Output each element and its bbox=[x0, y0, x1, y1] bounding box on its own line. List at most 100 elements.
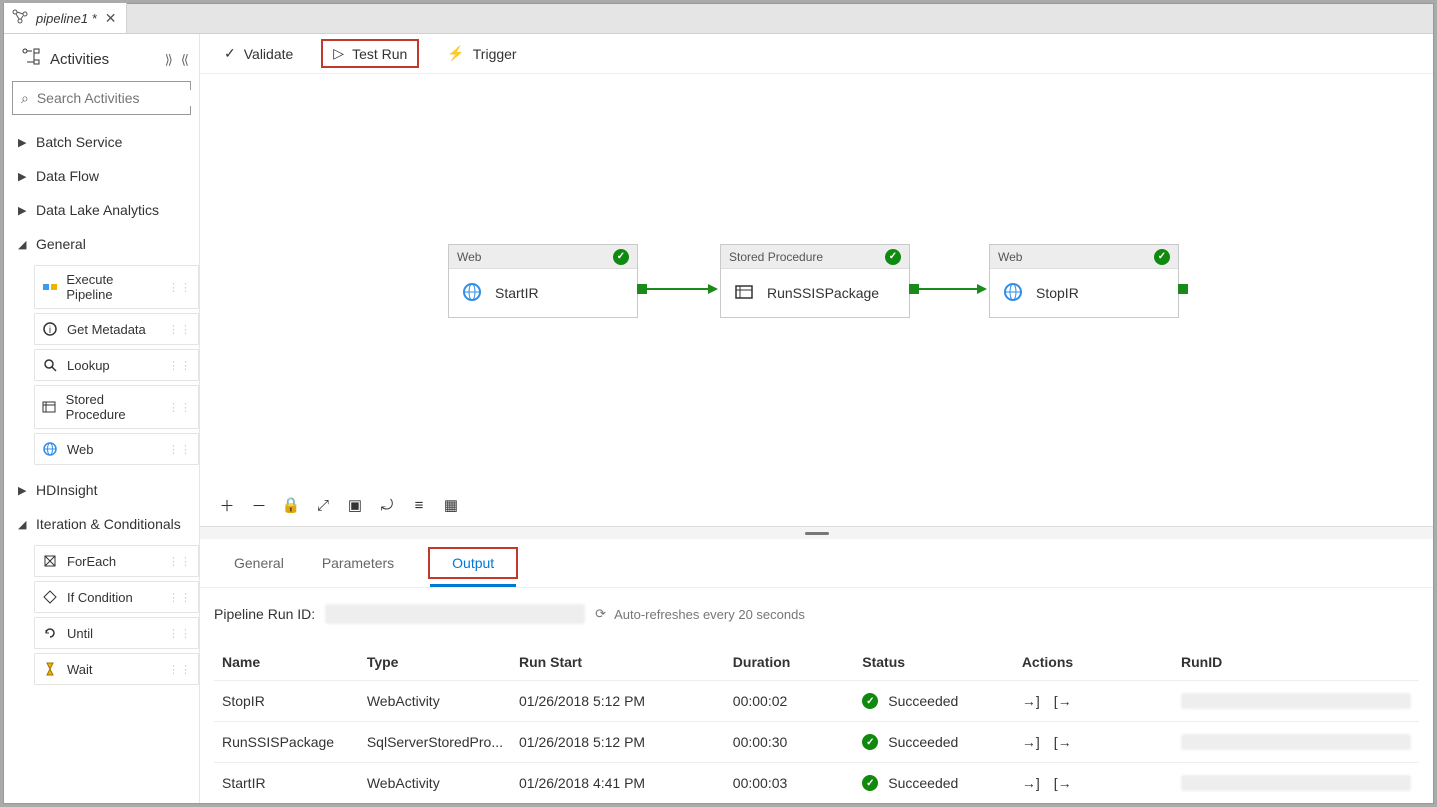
zoom-reset-icon[interactable]: ⤾ bbox=[378, 496, 396, 514]
output-port[interactable] bbox=[1178, 284, 1188, 294]
runid-label: Pipeline Run ID: bbox=[214, 606, 315, 622]
cell-name: StartIR bbox=[214, 763, 359, 804]
activity-icon bbox=[41, 278, 58, 296]
search-activities[interactable]: ⌕ bbox=[12, 81, 191, 115]
expand-all-icon[interactable]: ⟩⟩ bbox=[165, 52, 171, 68]
activity-icon bbox=[41, 588, 59, 606]
node-name: StopIR bbox=[1036, 285, 1079, 301]
sidebar-title: Activities bbox=[50, 51, 155, 68]
node-startir[interactable]: Web✓StartIR bbox=[448, 244, 638, 318]
activity-lookup[interactable]: Lookup⋮⋮ bbox=[34, 349, 199, 381]
activity-icon bbox=[41, 356, 59, 374]
activity-foreach[interactable]: ForEach⋮⋮ bbox=[34, 545, 199, 577]
refresh-icon[interactable]: ⟳ bbox=[595, 606, 606, 622]
bolt-icon: ⚡ bbox=[447, 45, 464, 62]
test-run-button[interactable]: ▷ Test Run bbox=[321, 39, 419, 68]
node-runssispackage[interactable]: Stored Procedure ✓ RunSSISPackage bbox=[720, 244, 910, 318]
activity-icon: i bbox=[41, 320, 59, 338]
node-type: Stored Procedure bbox=[729, 250, 823, 264]
grip-icon: ⋮⋮ bbox=[168, 323, 192, 336]
cell-type: WebActivity bbox=[359, 763, 511, 804]
tab-bar: pipeline1 * ✕ bbox=[4, 4, 1433, 34]
zoom-fit-icon[interactable]: ⤢ bbox=[314, 496, 332, 514]
cell-status: Succeeded bbox=[888, 775, 958, 791]
canvas-toolbar: ✓ Validate ▷ Test Run ⚡ Trigger bbox=[200, 34, 1433, 74]
activity-icon bbox=[41, 660, 59, 678]
category-iteration-conditionals[interactable]: ◢Iteration & Conditionals bbox=[4, 507, 199, 541]
remove-icon[interactable]: － bbox=[250, 496, 268, 514]
grip-icon: ⋮⋮ bbox=[168, 443, 192, 456]
node-icon bbox=[733, 281, 755, 306]
tab-general[interactable]: General bbox=[230, 549, 288, 577]
success-icon: ✓ bbox=[885, 249, 901, 265]
cell-start: 01/26/2018 5:12 PM bbox=[511, 681, 725, 722]
col-duration: Duration bbox=[725, 644, 854, 681]
activities-icon bbox=[22, 48, 40, 71]
pipeline-canvas[interactable]: ＋ － 🔒 ⤢ ▣ ⤾ ≡ ▦ Web✓StartIR Stored Proced… bbox=[200, 74, 1433, 526]
output-table: Name Type Run Start Duration Status Acti… bbox=[214, 644, 1419, 803]
activity-if-condition[interactable]: If Condition⋮⋮ bbox=[34, 581, 199, 613]
input-icon[interactable]: →] bbox=[1022, 734, 1040, 750]
cell-runid bbox=[1181, 693, 1411, 709]
canvas-mini-toolbar: ＋ － 🔒 ⤢ ▣ ⤾ ≡ ▦ bbox=[218, 496, 460, 514]
lock-icon[interactable]: 🔒 bbox=[282, 496, 300, 514]
activity-get-metadata[interactable]: iGet Metadata⋮⋮ bbox=[34, 313, 199, 345]
cell-name: RunSSISPackage bbox=[214, 722, 359, 763]
trigger-button[interactable]: ⚡ Trigger bbox=[441, 41, 522, 66]
cell-name: StopIR bbox=[214, 681, 359, 722]
node-icon bbox=[461, 281, 483, 306]
activity-until[interactable]: Until⋮⋮ bbox=[34, 617, 199, 649]
output-icon[interactable]: [→ bbox=[1054, 693, 1072, 709]
category-data-flow[interactable]: ▶Data Flow bbox=[4, 159, 199, 193]
grip-icon: ⋮⋮ bbox=[168, 627, 192, 640]
grip-icon: ⋮⋮ bbox=[168, 555, 192, 568]
activity-icon bbox=[41, 552, 59, 570]
layout-v-icon[interactable]: ▦ bbox=[442, 496, 460, 514]
grip-icon: ⋮⋮ bbox=[168, 591, 192, 604]
activity-execute-pipeline[interactable]: Execute Pipeline⋮⋮ bbox=[34, 265, 199, 309]
node-stopir[interactable]: Web✓StopIR bbox=[989, 244, 1179, 318]
validate-button[interactable]: ✓ Validate bbox=[218, 41, 299, 66]
category-general[interactable]: ◢General bbox=[4, 227, 199, 261]
output-icon[interactable]: [→ bbox=[1054, 775, 1072, 791]
output-icon[interactable]: [→ bbox=[1054, 734, 1072, 750]
cell-runid bbox=[1181, 734, 1411, 750]
activity-stored-procedure[interactable]: Stored Procedure⋮⋮ bbox=[34, 385, 199, 429]
panel-drag-handle[interactable] bbox=[200, 527, 1433, 539]
table-row: StartIRWebActivity01/26/2018 4:41 PM00:0… bbox=[214, 763, 1419, 804]
activity-icon bbox=[41, 624, 59, 642]
connector[interactable] bbox=[646, 285, 718, 293]
grip-icon: ⋮⋮ bbox=[168, 663, 192, 676]
activity-icon bbox=[41, 398, 58, 416]
pipeline-tab[interactable]: pipeline1 * ✕ bbox=[4, 3, 127, 33]
category-hdinsight[interactable]: ▶HDInsight bbox=[4, 473, 199, 507]
connector[interactable] bbox=[918, 285, 987, 293]
cell-start: 01/26/2018 4:41 PM bbox=[511, 763, 725, 804]
input-icon[interactable]: →] bbox=[1022, 775, 1040, 791]
zoom-100-icon[interactable]: ▣ bbox=[346, 496, 364, 514]
cell-duration: 00:00:30 bbox=[725, 722, 854, 763]
node-name: RunSSISPackage bbox=[767, 285, 879, 301]
activity-icon bbox=[41, 440, 59, 458]
activity-wait[interactable]: Wait⋮⋮ bbox=[34, 653, 199, 685]
cell-type: SqlServerStoredPro... bbox=[359, 722, 511, 763]
cell-runid bbox=[1181, 775, 1411, 791]
success-icon: ✓ bbox=[613, 249, 629, 265]
cell-start: 01/26/2018 5:12 PM bbox=[511, 722, 725, 763]
category-batch-service[interactable]: ▶Batch Service bbox=[4, 125, 199, 159]
layout-h-icon[interactable]: ≡ bbox=[410, 496, 428, 514]
category-data-lake-analytics[interactable]: ▶Data Lake Analytics bbox=[4, 193, 199, 227]
add-icon[interactable]: ＋ bbox=[218, 496, 236, 514]
search-input[interactable] bbox=[37, 90, 200, 106]
tab-parameters[interactable]: Parameters bbox=[318, 549, 398, 577]
input-icon[interactable]: →] bbox=[1022, 693, 1040, 709]
cell-status: Succeeded bbox=[888, 693, 958, 709]
col-actions: Actions bbox=[1014, 644, 1173, 681]
activity-web[interactable]: Web⋮⋮ bbox=[34, 433, 199, 465]
col-status: Status bbox=[854, 644, 1014, 681]
close-icon[interactable]: ✕ bbox=[105, 10, 117, 27]
collapse-all-icon[interactable]: ⟨⟨ bbox=[181, 52, 187, 68]
refresh-text: Auto-refreshes every 20 seconds bbox=[614, 607, 805, 622]
svg-text:i: i bbox=[49, 325, 51, 336]
tab-output[interactable]: Output bbox=[428, 547, 518, 579]
